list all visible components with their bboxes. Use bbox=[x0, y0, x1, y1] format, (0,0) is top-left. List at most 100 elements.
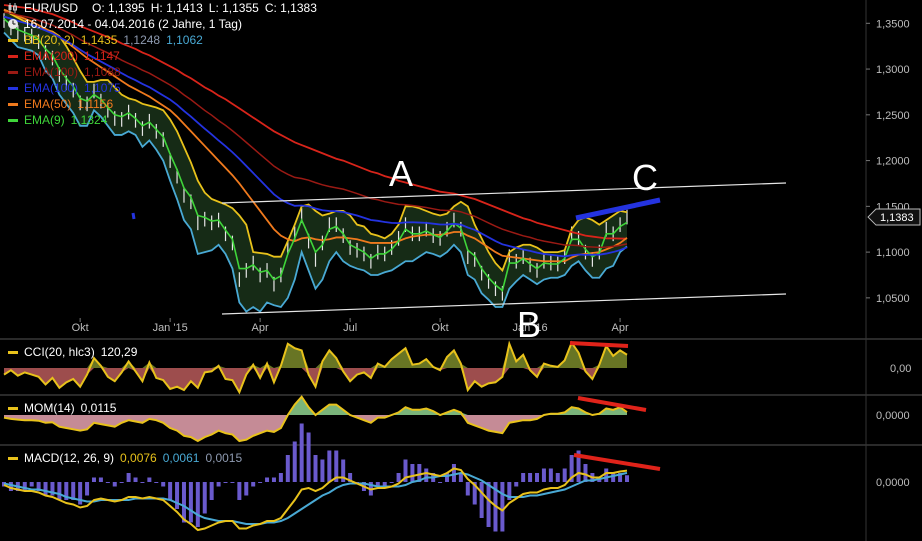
macd-histogram-bar bbox=[161, 482, 166, 487]
indicator-legend-row[interactable]: EMA(100) 1,1088 bbox=[0, 64, 317, 80]
macd-histogram-bar bbox=[486, 482, 491, 527]
low-value: L: 1,1355 bbox=[208, 1, 259, 15]
mom-value: 0,0115 bbox=[80, 401, 117, 415]
macd-histogram-bar bbox=[278, 473, 283, 482]
macd-histogram-bar bbox=[583, 464, 588, 482]
macd-histogram-bar bbox=[271, 477, 276, 482]
macd-histogram-bar bbox=[514, 482, 519, 487]
macd-histogram-bar bbox=[202, 482, 207, 514]
x-tick-label: Okt bbox=[432, 322, 449, 334]
macd-histogram-bar bbox=[396, 473, 401, 482]
macd-histogram-bar bbox=[265, 477, 270, 482]
macd-histogram-bar bbox=[465, 482, 470, 496]
indicator-value: 1,1156 bbox=[77, 97, 114, 111]
macd-value: 0,0076 bbox=[120, 451, 157, 465]
y-tick-label: 1,2500 bbox=[876, 110, 910, 122]
annotation-a: A bbox=[389, 153, 413, 194]
macd-histogram-bar bbox=[244, 482, 249, 496]
macd-histogram-bar bbox=[625, 475, 629, 482]
macd-histogram-bar bbox=[313, 455, 318, 482]
macd-histogram-bar bbox=[237, 482, 242, 500]
macd-histogram-bar bbox=[424, 468, 429, 482]
macd-histogram-bar bbox=[251, 482, 256, 487]
cci-swatch bbox=[8, 350, 18, 354]
macd-histogram-bar bbox=[410, 464, 415, 482]
macd-histogram-bar bbox=[327, 450, 332, 482]
y-tick-label: 1,2000 bbox=[876, 156, 910, 168]
date-range: 16.07.2014 - 04.04.2016 (2 Jahre, 1 Tag) bbox=[24, 17, 242, 31]
macd-histogram-bar bbox=[119, 482, 124, 483]
macd-histogram-bar bbox=[604, 468, 609, 482]
macd-histogram-bar bbox=[320, 459, 325, 482]
macd-histogram-bar bbox=[292, 441, 297, 482]
y-tick-label: 1,1000 bbox=[876, 247, 910, 259]
macd-histogram-bar bbox=[562, 468, 567, 482]
indicator-legend-row[interactable]: EMA(200) 1,1147 bbox=[0, 48, 317, 64]
indicator-swatch bbox=[8, 70, 18, 74]
indicator-legend-row[interactable]: BB(20, 2) 1,1435 1,1248 1,1062 bbox=[0, 32, 317, 48]
macd-histogram-bar bbox=[451, 464, 456, 482]
indicator-value: 1,1324 bbox=[70, 113, 108, 127]
macd-histogram-bar bbox=[209, 482, 214, 500]
x-tick-label: Okt bbox=[72, 322, 89, 334]
macd-histogram-bar bbox=[299, 423, 304, 482]
indicator-label: EMA(50) bbox=[24, 97, 72, 111]
macd-histogram-bar bbox=[521, 473, 526, 482]
indicator-label: EMA(100) bbox=[24, 65, 79, 79]
macd-histogram-bar bbox=[188, 482, 193, 523]
indicator-label: EMA(200) bbox=[24, 49, 79, 63]
macd-swatch bbox=[8, 456, 18, 460]
macd-histogram-bar bbox=[611, 473, 616, 482]
blue-marker bbox=[131, 212, 136, 220]
macd-histogram-bar bbox=[541, 468, 546, 482]
open-value: O: 1,1395 bbox=[92, 1, 145, 15]
macd-histogram-bar bbox=[195, 482, 200, 527]
mom-zero-label: 0,0000 bbox=[876, 410, 910, 422]
annotation-c: C bbox=[632, 157, 658, 198]
macd-histogram-bar bbox=[98, 477, 103, 482]
indicator-swatch bbox=[8, 38, 18, 42]
macd-histogram-bar bbox=[500, 482, 505, 532]
macd-histogram-bar bbox=[29, 482, 34, 487]
macd-histogram-bar bbox=[140, 482, 145, 483]
indicator-legend-row[interactable]: EMA(50) 1,1156 bbox=[0, 96, 317, 112]
indicator-value: 1,1248 bbox=[123, 33, 161, 47]
indicator-swatch bbox=[8, 118, 18, 122]
indicator-label: EMA(100) bbox=[24, 81, 79, 95]
macd-histogram-bar bbox=[147, 477, 152, 482]
indicator-legend-row[interactable]: EMA(100) 1,1075 bbox=[0, 80, 317, 96]
close-value: C: 1,1383 bbox=[264, 1, 317, 15]
macd-histogram-bar bbox=[216, 482, 221, 487]
x-tick-label: Jan '15 bbox=[153, 322, 188, 334]
range-row: 16.07.2014 - 04.04.2016 (2 Jahre, 1 Tag) bbox=[0, 16, 317, 32]
cci-legend: CCI(20, hlc3) 120,29 bbox=[0, 344, 137, 360]
symbol-row: EUR/USD O: 1,1395 H: 1,1413 L: 1,1355 C:… bbox=[0, 0, 317, 16]
macd-histogram-bar bbox=[105, 482, 110, 483]
macd-histogram-bar bbox=[306, 432, 311, 482]
annotation-b: B bbox=[517, 304, 541, 345]
candlestick-icon bbox=[6, 2, 20, 14]
macd-histogram-bar bbox=[479, 482, 484, 518]
macd-histogram-bar bbox=[43, 482, 48, 496]
macd-histogram-bar bbox=[438, 482, 443, 483]
mom-swatch bbox=[8, 406, 18, 410]
indicator-value: 1,1147 bbox=[84, 49, 120, 63]
macd-histogram-bar bbox=[133, 477, 138, 482]
last-price-label: 1,1383 bbox=[880, 212, 914, 224]
macd-histogram-bar bbox=[85, 482, 90, 496]
macd-histogram-bar bbox=[168, 482, 173, 500]
indicator-legend-row[interactable]: EMA(9) 1,1324 bbox=[0, 112, 317, 128]
indicator-label: EMA(9) bbox=[24, 113, 65, 127]
indicator-swatch bbox=[8, 54, 18, 58]
macd-name: MACD(12, 26, 9) bbox=[24, 451, 115, 465]
macd-signal-value: 0,0061 bbox=[162, 451, 200, 465]
x-tick-label: Apr bbox=[252, 322, 269, 334]
macd-histogram-bar bbox=[528, 473, 533, 482]
macd-hist-value: 0,0015 bbox=[205, 451, 243, 465]
mom-name: MOM(14) bbox=[24, 401, 75, 415]
indicator-value: 1,1075 bbox=[84, 81, 121, 95]
macd-histogram-bar bbox=[126, 473, 131, 482]
cci-zero-label: 0,00 bbox=[890, 363, 911, 375]
indicator-swatch bbox=[8, 102, 18, 106]
macd-histogram-bar bbox=[112, 482, 117, 487]
